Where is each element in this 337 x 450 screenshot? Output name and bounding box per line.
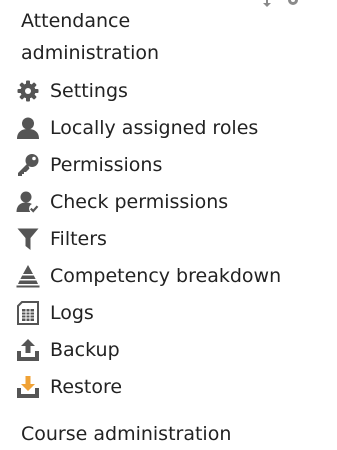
attendance-administration-title[interactable]: Attendance administration: [21, 5, 159, 69]
gear-icon[interactable]: [284, 0, 302, 7]
gear-icon: [16, 79, 40, 103]
backup-icon: [16, 338, 40, 362]
menu-item-label: Competency breakdown: [50, 264, 282, 287]
menu-item-label: Permissions: [50, 153, 163, 176]
menu-item-competency-breakdown[interactable]: Competency breakdown: [0, 257, 337, 294]
menu-item-settings[interactable]: Settings: [0, 72, 337, 109]
move-icon[interactable]: [258, 0, 276, 7]
menu-item-check-permissions[interactable]: Check permissions: [0, 183, 337, 220]
menu-item-locally-assigned-roles[interactable]: Locally assigned roles: [0, 109, 337, 146]
menu-item-label: Check permissions: [50, 190, 229, 213]
menu-item-label: Settings: [50, 79, 128, 102]
menu-item-restore[interactable]: Restore: [0, 368, 337, 405]
user-icon: [16, 116, 40, 140]
menu-item-label: Restore: [50, 375, 123, 398]
menu-item-label: Filters: [50, 227, 107, 250]
title-line-2: administration: [21, 42, 160, 64]
menu-item-label: Locally assigned roles: [50, 116, 259, 139]
menu-item-backup[interactable]: Backup: [0, 331, 337, 368]
title-line-1: Attendance: [21, 10, 131, 32]
user-check-icon: [16, 190, 40, 214]
menu-item-label: Backup: [50, 338, 120, 361]
menu-item-permissions[interactable]: Permissions: [0, 146, 337, 183]
restore-icon: [16, 375, 40, 399]
menu-item-label: Logs: [50, 301, 94, 324]
menu-item-filters[interactable]: Filters: [0, 220, 337, 257]
filter-icon: [16, 227, 40, 251]
competency-icon: [16, 264, 40, 288]
course-administration-link[interactable]: Course administration: [21, 418, 231, 450]
menu-item-logs[interactable]: Logs: [0, 294, 337, 331]
logs-icon: [16, 300, 40, 325]
attendance-admin-menu: Settings Locally assigned roles Permissi…: [0, 72, 337, 405]
key-icon: [16, 153, 40, 177]
block-controls: [258, 0, 302, 7]
